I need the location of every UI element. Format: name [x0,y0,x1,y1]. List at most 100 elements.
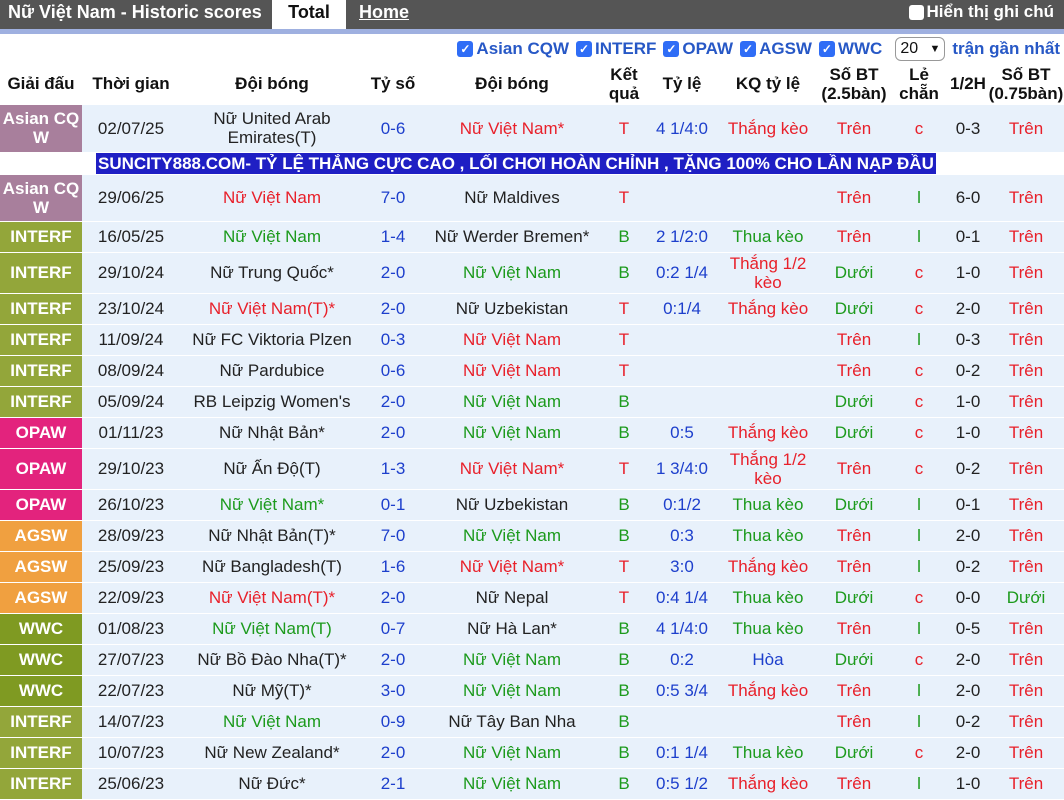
away-team-cell[interactable]: Nữ Việt Nam [422,324,602,355]
col-ou-075[interactable]: Số BT (0.75bàn) [988,64,1064,104]
away-team-cell[interactable]: Nữ Việt Nam [422,737,602,768]
table-row[interactable]: INTERF 08/09/24 Nữ Pardubice 0-6 Nữ Việt Nam… [0,355,1064,386]
home-team-cell[interactable]: Nữ Ấn Độ(T) [180,448,364,489]
table-row[interactable]: OPAW 29/10/23 Nữ Ấn Độ(T) 1-3 Nữ Việt Nam* T 1… [0,448,1064,489]
league-cell[interactable]: AGSW [0,520,82,551]
league-cell[interactable]: WWC [0,675,82,706]
col-odd-even[interactable]: Lẻ chẵn [890,64,948,104]
away-team-cell[interactable]: Nữ Tây Ban Nha [422,706,602,737]
table-row[interactable]: AGSW 28/09/23 Nữ Nhật Bản(T)* 7-0 Nữ Việt Na… [0,520,1064,551]
score-cell[interactable]: 2-0 [364,737,422,768]
home-team-cell[interactable]: Nữ Nhật Bản(T)* [180,520,364,551]
score-cell[interactable]: 2-0 [364,386,422,417]
home-team-cell[interactable]: Nữ Việt Nam [180,706,364,737]
away-team-cell[interactable]: Nữ Việt Nam [422,386,602,417]
league-cell[interactable]: OPAW [0,417,82,448]
league-cell[interactable]: INTERF [0,355,82,386]
league-cell[interactable]: INTERF [0,221,82,252]
score-cell[interactable]: 0-7 [364,613,422,644]
home-team-cell[interactable]: Nữ Nhật Bản* [180,417,364,448]
score-cell[interactable]: 0-3 [364,324,422,355]
home-team-cell[interactable]: Nữ Pardubice [180,355,364,386]
league-cell[interactable]: OPAW [0,489,82,520]
score-cell[interactable]: 3-0 [364,675,422,706]
home-team-cell[interactable]: RB Leipzig Women's [180,386,364,417]
show-notes-checkbox[interactable] [908,4,924,20]
score-cell[interactable]: 2-0 [364,644,422,675]
away-team-cell[interactable]: Nữ Hà Lan* [422,613,602,644]
col-odds[interactable]: Tỷ lệ [646,64,718,104]
home-team-cell[interactable]: Nữ Việt Nam [180,221,364,252]
league-cell[interactable]: Asian CQ W [0,174,82,221]
league-cell[interactable]: WWC [0,644,82,675]
away-team-cell[interactable]: Nữ Việt Nam [422,252,602,293]
league-cell[interactable]: INTERF [0,324,82,355]
col-home-team[interactable]: Đội bóng [180,64,364,104]
away-team-cell[interactable]: Nữ Việt Nam* [422,551,602,582]
away-team-cell[interactable]: Nữ Việt Nam [422,675,602,706]
table-row[interactable]: AGSW 22/09/23 Nữ Việt Nam(T)* 2-0 Nữ Nepal T 0… [0,582,1064,613]
table-row[interactable]: INTERF 29/10/24 Nữ Trung Quốc* 2-0 Nữ Việt N… [0,252,1064,293]
league-cell[interactable]: INTERF [0,737,82,768]
check-icon[interactable]: ✓ [575,41,592,57]
ad-banner-row[interactable]: SUNCITY888.COM- TỶ LỆ THẮNG CỰC CAO , LỐ… [0,152,1064,174]
col-ou-25[interactable]: Số BT (2.5bàn) [818,64,890,104]
score-cell[interactable]: 7-0 [364,520,422,551]
col-score[interactable]: Tỷ số [364,64,422,104]
away-team-cell[interactable]: Nữ Nepal [422,582,602,613]
table-row[interactable]: INTERF 14/07/23 Nữ Việt Nam 0-9 Nữ Tây Ban N… [0,706,1064,737]
table-row[interactable]: Asian CQ W 02/07/25 Nữ United Arab Emirate… [0,104,1064,152]
home-team-cell[interactable]: Nữ Bangladesh(T) [180,551,364,582]
away-team-cell[interactable]: Nữ Việt Nam [422,417,602,448]
home-team-cell[interactable]: Nữ Việt Nam(T)* [180,293,364,324]
home-team-cell[interactable]: Nữ Trung Quốc* [180,252,364,293]
away-team-cell[interactable]: Nữ Việt Nam [422,520,602,551]
table-row[interactable]: OPAW 01/11/23 Nữ Nhật Bản* 2-0 Nữ Việt Nam B 0… [0,417,1064,448]
col-date[interactable]: Thời gian [82,64,180,104]
table-row[interactable]: INTERF 16/05/25 Nữ Việt Nam 1-4 Nữ Werder Br… [0,221,1064,252]
score-cell[interactable]: 7-0 [364,174,422,221]
table-row[interactable]: WWC 01/08/23 Nữ Việt Nam(T) 0-7 Nữ Hà Lan* B 4… [0,613,1064,644]
score-cell[interactable]: 1-4 [364,221,422,252]
league-cell[interactable]: OPAW [0,448,82,489]
filter-wwc[interactable]: ✓ WWC [818,39,882,59]
score-cell[interactable]: 2-0 [364,293,422,324]
home-team-cell[interactable]: Nữ United Arab Emirates(T) [180,104,364,152]
table-row[interactable]: Asian CQ W 29/06/25 Nữ Việt Nam 7-0 Nữ Maldi… [0,174,1064,221]
check-icon[interactable]: ✓ [663,41,680,57]
score-cell[interactable]: 2-0 [364,582,422,613]
table-row[interactable]: INTERF 23/10/24 Nữ Việt Nam(T)* 2-0 Nữ Uzbek… [0,293,1064,324]
check-icon[interactable]: ✓ [457,41,474,57]
col-odds-result[interactable]: KQ tỷ lệ [718,64,818,104]
score-cell[interactable]: 2-1 [364,768,422,799]
table-row[interactable]: INTERF 05/09/24 RB Leipzig Women's 2-0 Nữ Vi… [0,386,1064,417]
league-cell[interactable]: Asian CQ W [0,104,82,152]
home-team-cell[interactable]: Nữ Mỹ(T)* [180,675,364,706]
filter-agsw[interactable]: ✓ AGSW [740,39,812,59]
league-cell[interactable]: INTERF [0,252,82,293]
score-cell[interactable]: 1-6 [364,551,422,582]
filter-interf[interactable]: ✓ INTERF [575,39,656,59]
score-cell[interactable]: 0-6 [364,104,422,152]
away-team-cell[interactable]: Nữ Maldives [422,174,602,221]
col-away-team[interactable]: Đội bóng [422,64,602,104]
col-half-time[interactable]: 1/2H [948,64,988,104]
score-cell[interactable]: 1-3 [364,448,422,489]
score-cell[interactable]: 0-9 [364,706,422,737]
table-row[interactable]: INTERF 10/07/23 Nữ New Zealand* 2-0 Nữ Việt … [0,737,1064,768]
ad-banner-link[interactable]: SUNCITY888.COM- TỶ LỆ THẮNG CỰC CAO , LỐ… [96,152,936,174]
score-cell[interactable]: 2-0 [364,252,422,293]
col-result[interactable]: Kết quả [602,64,646,104]
show-notes-toggle[interactable]: Hiển thị ghi chú [908,2,1054,22]
table-row[interactable]: INTERF 25/06/23 Nữ Đức* 2-1 Nữ Việt Nam B 0:5 … [0,768,1064,799]
away-team-cell[interactable]: Nữ Việt Nam* [422,104,602,152]
match-count-select[interactable]: 20 ▼ [895,37,946,61]
away-team-cell[interactable]: Nữ Việt Nam [422,768,602,799]
tab-home[interactable]: Home [359,0,409,29]
table-row[interactable]: INTERF 11/09/24 Nữ FC Viktoria Plzen 0-3 Nữ … [0,324,1064,355]
league-cell[interactable]: INTERF [0,293,82,324]
filter-opaw[interactable]: ✓ OPAW [663,39,733,59]
away-team-cell[interactable]: Nữ Werder Bremen* [422,221,602,252]
score-cell[interactable]: 0-1 [364,489,422,520]
home-team-cell[interactable]: Nữ FC Viktoria Plzen [180,324,364,355]
